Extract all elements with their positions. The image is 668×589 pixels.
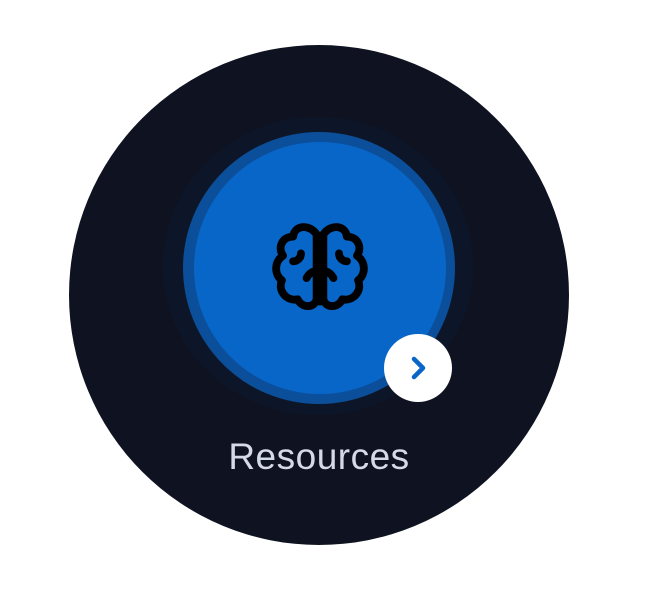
resources-tile-container: Resources bbox=[0, 0, 668, 589]
brain-icon bbox=[272, 223, 368, 310]
resources-label: Resources bbox=[228, 436, 410, 477]
open-resources-button[interactable] bbox=[384, 334, 452, 402]
chevron-right-icon bbox=[411, 356, 426, 380]
